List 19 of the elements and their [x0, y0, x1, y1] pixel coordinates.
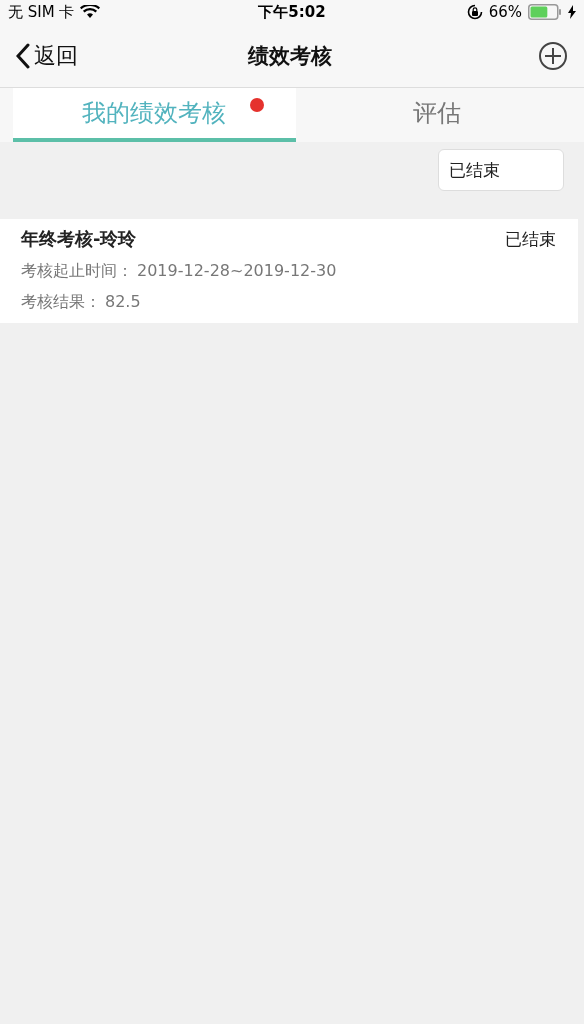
field-label: 考核起止时间：: [21, 261, 133, 282]
battery-percent: 66%: [488, 3, 522, 21]
back-button[interactable]: 返回: [16, 40, 78, 71]
carrier-text: 无 SIM 卡: [8, 2, 75, 22]
rotation-lock-icon: [466, 4, 483, 20]
add-icon[interactable]: [538, 40, 568, 71]
field-label: 考核结果：: [21, 292, 101, 313]
wifi-icon: [80, 5, 101, 19]
battery-icon: [528, 4, 562, 20]
record-status: 已结束: [505, 227, 556, 251]
record-title: 年终考核-玲玲: [21, 227, 137, 251]
field-value: 82.5: [105, 292, 141, 313]
charging-icon: [568, 5, 576, 19]
status-filter[interactable]: 已结束: [438, 149, 564, 191]
record-card[interactable]: 年终考核-玲玲 已结束 考核起止时间： 2019-12-28~2019-12-30 考核结果： 82.5: [0, 219, 578, 323]
chevron-left-icon: [16, 42, 30, 69]
time-text: 下午5:02: [258, 2, 326, 22]
page-title: 绩效考核: [247, 42, 333, 70]
field-value: 2019-12-28~2019-12-30: [137, 261, 337, 282]
